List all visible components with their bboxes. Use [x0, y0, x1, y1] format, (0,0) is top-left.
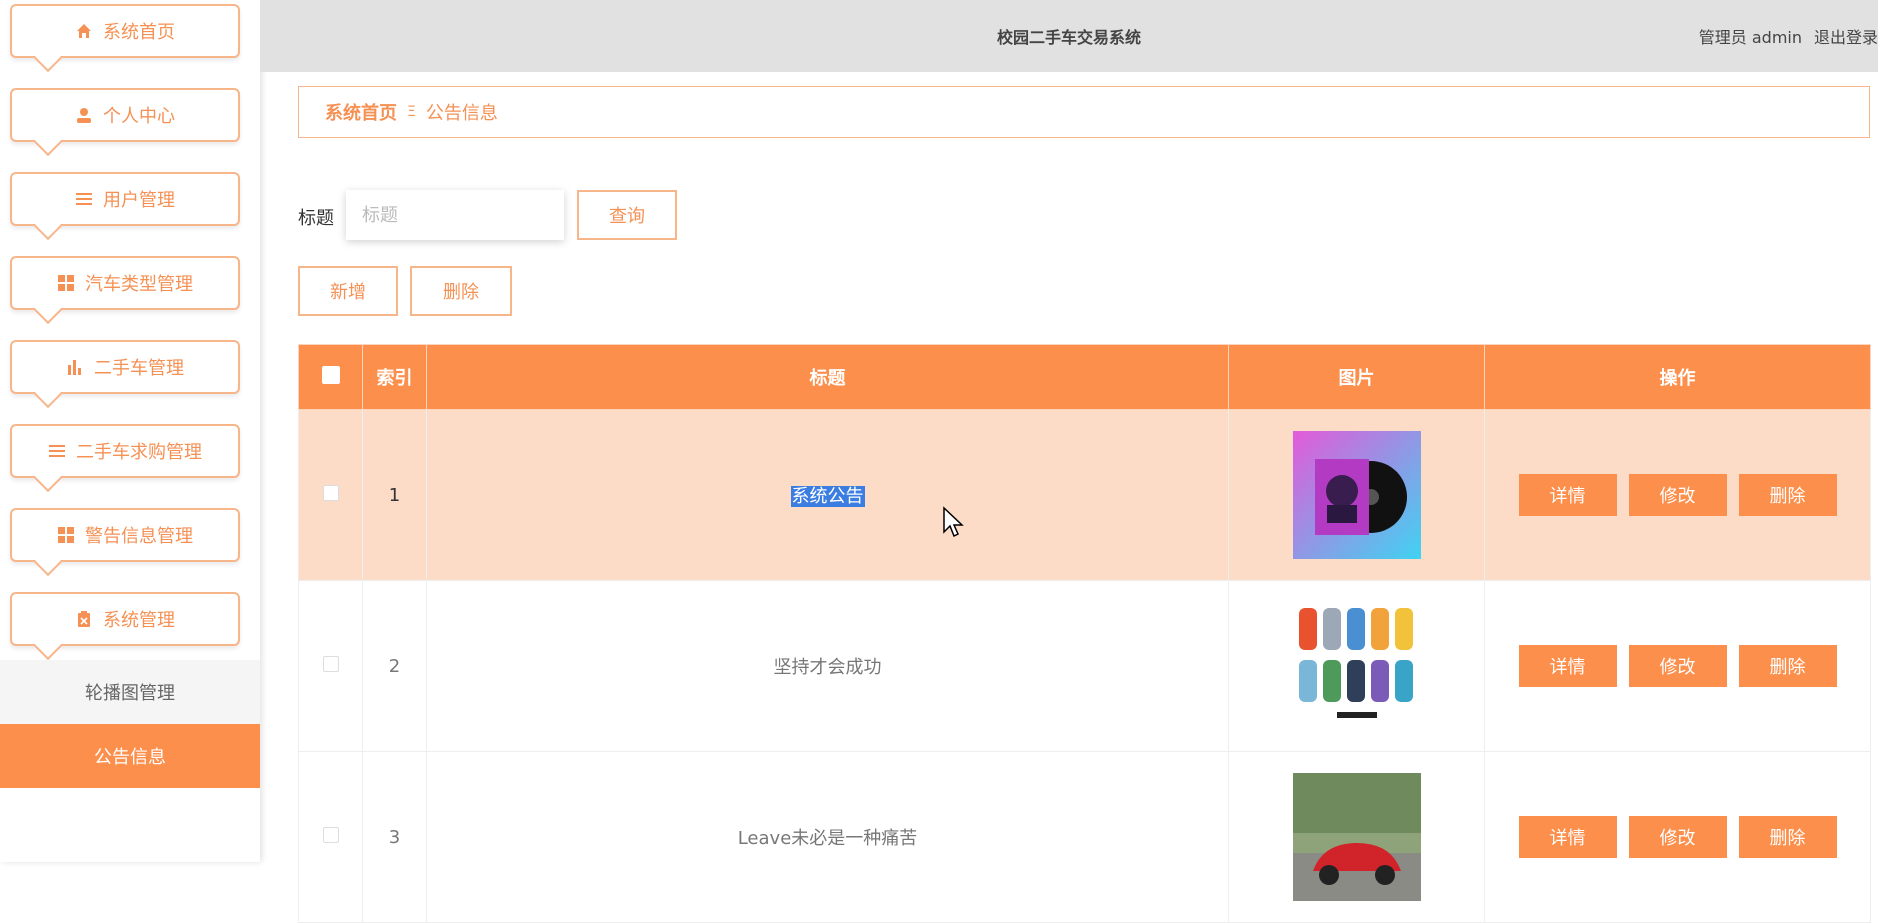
- add-button[interactable]: 新增: [298, 266, 398, 316]
- submenu-carousel[interactable]: 轮播图管理: [0, 660, 260, 724]
- sidebar-item-label: 二手车求购管理: [76, 442, 202, 463]
- mouse-cursor-icon: [943, 506, 964, 538]
- sidebar: 系统首页 个人中心 用户管理 汽车类型管理 二手车管理 二手车求购管理 警告信息…: [0, 0, 260, 862]
- delete-button[interactable]: 删除: [1738, 474, 1837, 516]
- breadcrumb-current: 公告信息: [425, 103, 498, 124]
- table-row[interactable]: 2 坚持才会成功 详情 修改 删除: [298, 580, 1871, 752]
- delete-button[interactable]: 删除: [1738, 645, 1837, 687]
- detail-button[interactable]: 详情: [1518, 816, 1617, 858]
- edit-button[interactable]: 修改: [1628, 474, 1727, 516]
- app-title: 校园二手车交易系统: [996, 28, 1141, 47]
- batch-delete-button[interactable]: 删除: [410, 266, 512, 316]
- bar-chart-icon: [66, 358, 84, 376]
- sidebar-item-label: 汽车类型管理: [85, 274, 193, 295]
- breadcrumb-separator: Ξ: [407, 104, 416, 120]
- list-icon: [48, 442, 66, 460]
- red-car-image: [1292, 773, 1421, 901]
- grid-icon: [57, 274, 75, 292]
- city-cars-image: [1292, 602, 1421, 730]
- breadcrumb: 系统首页 Ξ 公告信息: [298, 86, 1870, 138]
- sidebar-item-label: 警告信息管理: [85, 526, 193, 547]
- row-title: 坚持才会成功: [426, 580, 1229, 752]
- sidebar-item-warnings[interactable]: 警告信息管理: [10, 508, 240, 577]
- column-header-ops: 操作: [1484, 344, 1871, 410]
- row-title: 系统公告: [790, 486, 865, 507]
- select-all-checkbox[interactable]: [321, 365, 340, 384]
- row-index: 1: [362, 409, 427, 581]
- grid-icon: [57, 526, 75, 544]
- sidebar-item-label: 二手车管理: [94, 358, 184, 379]
- sidebar-item-home[interactable]: 系统首页: [10, 4, 240, 73]
- row-checkbox[interactable]: [322, 826, 339, 843]
- table-header-row: 索引 标题 图片 操作: [298, 344, 1871, 410]
- table-row[interactable]: 1 系统公告 详情 修改 删除: [298, 409, 1871, 581]
- sidebar-item-users[interactable]: 用户管理: [10, 172, 240, 241]
- row-index: 2: [362, 580, 427, 752]
- delete-button[interactable]: 删除: [1738, 816, 1837, 858]
- row-checkbox[interactable]: [322, 655, 339, 672]
- edit-button[interactable]: 修改: [1628, 645, 1727, 687]
- user-icon: [75, 106, 93, 124]
- sidebar-item-label: 用户管理: [103, 190, 175, 211]
- clipboard-icon: [75, 610, 93, 628]
- top-header: 校园二手车交易系统 管理员 admin 退出登录: [260, 0, 1878, 72]
- row-checkbox[interactable]: [322, 484, 339, 501]
- home-icon: [75, 22, 93, 40]
- column-header-image: 图片: [1228, 344, 1485, 410]
- column-header-title: 标题: [426, 344, 1229, 410]
- album-cover-image: [1292, 431, 1421, 559]
- current-user: 管理员 admin: [1698, 28, 1802, 47]
- edit-button[interactable]: 修改: [1628, 816, 1727, 858]
- detail-button[interactable]: 详情: [1518, 645, 1617, 687]
- list-icon: [75, 190, 93, 208]
- query-button[interactable]: 查询: [577, 190, 677, 240]
- breadcrumb-home[interactable]: 系统首页: [325, 99, 397, 125]
- sidebar-item-purchase-requests[interactable]: 二手车求购管理: [10, 424, 240, 493]
- row-title: Leave未必是一种痛苦: [426, 751, 1229, 923]
- logout-link[interactable]: 退出登录: [1814, 24, 1878, 48]
- notice-table: 索引 标题 图片 操作 1 系统公告 详情 修改 删除 2 坚持才会成功 详情 …: [298, 344, 1871, 923]
- sidebar-item-car-types[interactable]: 汽车类型管理: [10, 256, 240, 325]
- detail-button[interactable]: 详情: [1518, 474, 1617, 516]
- table-row[interactable]: 3 Leave未必是一种痛苦 详情 修改 删除: [298, 751, 1871, 923]
- search-input[interactable]: [346, 190, 564, 240]
- sidebar-item-system[interactable]: 系统管理: [10, 592, 240, 661]
- search-label: 标题: [298, 208, 334, 229]
- sidebar-item-label: 系统首页: [103, 22, 175, 43]
- row-index: 3: [362, 751, 427, 923]
- sidebar-item-profile[interactable]: 个人中心: [10, 88, 240, 157]
- column-header-index: 索引: [362, 344, 427, 410]
- sidebar-item-label: 个人中心: [103, 106, 175, 127]
- select-all-cell[interactable]: [298, 344, 363, 410]
- submenu-notices[interactable]: 公告信息: [0, 724, 260, 788]
- sidebar-item-used-cars[interactable]: 二手车管理: [10, 340, 240, 409]
- sidebar-item-label: 系统管理: [103, 610, 175, 631]
